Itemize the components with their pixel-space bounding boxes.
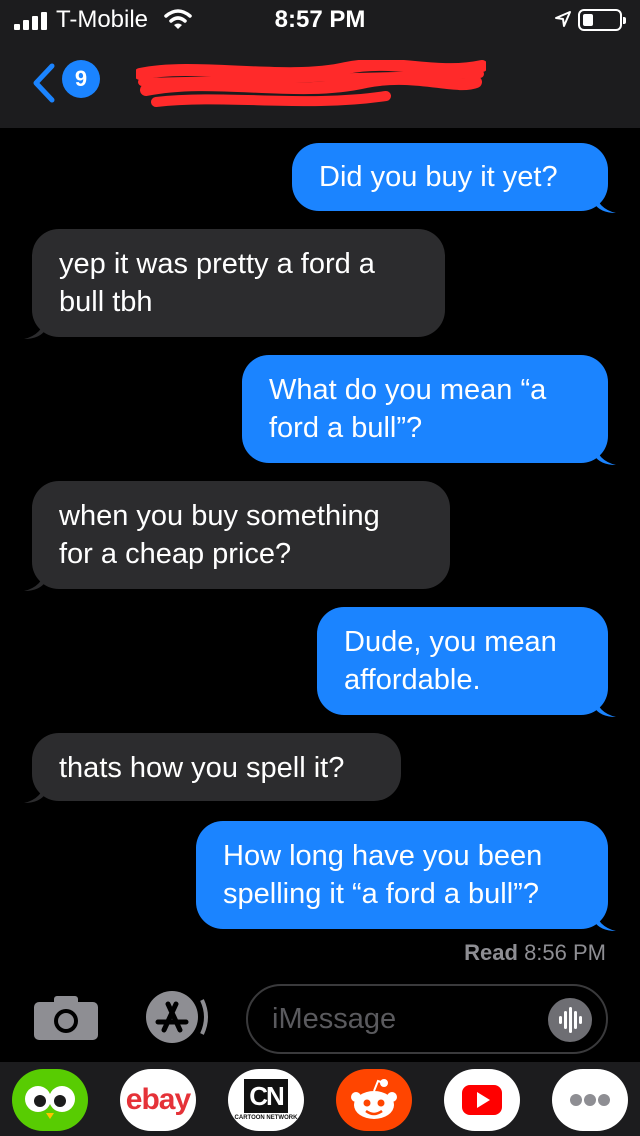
bubble-tail <box>594 695 616 717</box>
message-text-line: affordable. <box>344 664 481 696</box>
app-drawer: ebay CN CARTOON NETWORK <box>0 1062 640 1136</box>
message-text-line: ford a bull”? <box>269 412 423 444</box>
read-time: 8:56 PM <box>524 940 606 965</box>
unread-count-badge: 9 <box>62 60 100 98</box>
message-text: thats how you spell it? <box>59 752 345 784</box>
incoming-message[interactable]: yep it was pretty a ford a bull tbh <box>24 229 445 339</box>
ellipsis-icon <box>570 1094 610 1106</box>
cn-sublabel: CARTOON NETWORK <box>234 1115 298 1121</box>
outgoing-message[interactable]: Dude, you mean affordable. <box>317 607 616 717</box>
chevron-left-icon <box>33 63 55 103</box>
bubble-tail <box>594 191 616 213</box>
ebay-label: ebay <box>125 1083 191 1116</box>
message-text: Did you buy it yet? <box>319 161 558 193</box>
message-text-line: bull tbh <box>59 286 153 318</box>
redacted-contact-name[interactable] <box>136 60 486 110</box>
message-text-line: yep it was pretty a ford a <box>59 248 375 280</box>
incoming-message[interactable]: when you buy something for a cheap price… <box>24 481 450 591</box>
message-text-line: Dude, you mean <box>344 626 557 658</box>
bubble-tail <box>24 781 46 803</box>
battery-icon <box>578 9 626 31</box>
bubble-tail <box>594 909 616 931</box>
youtube-icon[interactable] <box>444 1069 520 1131</box>
app-store-icon[interactable] <box>140 990 212 1044</box>
read-receipt: Read 8:56 PM <box>464 940 606 966</box>
message-text-line: spelling it “a ford a bull”? <box>223 878 539 910</box>
duolingo-owl-eyes <box>25 1086 75 1119</box>
bubble-tail <box>24 569 46 591</box>
duolingo-icon[interactable] <box>12 1069 88 1131</box>
message-text-line: What do you mean “a <box>269 374 547 406</box>
message-text-line: How long have you been <box>223 840 543 872</box>
cartoon-network-icon[interactable]: CN CARTOON NETWORK <box>228 1069 304 1131</box>
status-time: 8:57 PM <box>274 6 366 33</box>
outgoing-message[interactable]: What do you mean “a ford a bull”? <box>242 355 616 465</box>
outgoing-message[interactable]: How long have you been spelling it “a fo… <box>196 821 616 931</box>
more-apps-icon[interactable] <box>552 1069 628 1131</box>
bubble-tail <box>24 317 46 339</box>
message-text-line: for a cheap price? <box>59 538 292 570</box>
incoming-message[interactable]: thats how you spell it? <box>24 733 401 803</box>
message-text-line: when you buy something <box>59 500 380 532</box>
reddit-icon[interactable] <box>336 1069 412 1131</box>
youtube-play-logo <box>462 1085 502 1115</box>
reddit-alien <box>351 1079 397 1119</box>
camera-icon[interactable] <box>34 994 98 1040</box>
message-input[interactable]: iMessage <box>246 984 608 1054</box>
audio-message-icon[interactable] <box>548 998 592 1042</box>
status-bar: T-Mobile 8:57 PM <box>0 0 640 40</box>
bubble-tail <box>594 443 616 465</box>
conversation-header: 9 <box>0 40 640 128</box>
read-label: Read <box>464 940 518 965</box>
ebay-icon[interactable]: ebay <box>120 1069 196 1131</box>
location-arrow-icon <box>555 11 571 27</box>
cn-logo: CN <box>244 1079 288 1113</box>
outgoing-message[interactable]: Did you buy it yet? <box>292 143 616 213</box>
message-input-placeholder: iMessage <box>272 1003 397 1035</box>
